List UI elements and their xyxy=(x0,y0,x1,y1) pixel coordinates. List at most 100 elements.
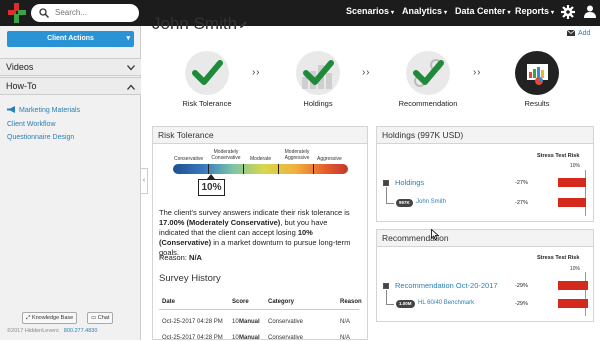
sidebar-link-marketing-materials[interactable]: Marketing Materials xyxy=(7,106,80,114)
sidebar-section-videos[interactable]: Videos xyxy=(0,58,141,76)
holding-item-link[interactable]: John Smith xyxy=(416,199,446,205)
risk-bar xyxy=(558,178,586,187)
gauge-tick xyxy=(278,164,279,174)
description-intro: The client's survey answers indicate the… xyxy=(159,208,350,217)
step-holdings-label: Holdings xyxy=(303,99,333,108)
nav-scenarios-label: Scenarios xyxy=(346,6,390,16)
nav-analytics[interactable]: Analytics ▾ xyxy=(402,6,447,16)
sidebar-section-how-to[interactable]: How-To xyxy=(0,77,141,95)
gear-icon[interactable] xyxy=(561,5,575,19)
chevron-right-icon: › › xyxy=(473,67,481,78)
client-name: John Smith xyxy=(152,14,238,33)
stress-test-risk-header: Stress Test Risk xyxy=(537,153,580,159)
description-value: 17.00% (Moderately Conservative) xyxy=(159,218,281,227)
pencil-icon[interactable] xyxy=(239,20,248,29)
risk-tolerance-description: The client's survey answers indicate the… xyxy=(159,208,359,258)
reason-label: Reason: xyxy=(159,253,187,262)
collapse-minus-icon[interactable] xyxy=(383,283,389,289)
chat-button[interactable]: ▭ Chat xyxy=(87,312,114,324)
caret-down-icon: ▾ xyxy=(507,10,511,16)
divider xyxy=(159,309,359,310)
add-button[interactable]: Add xyxy=(567,30,590,37)
row-type: Manual xyxy=(239,335,260,341)
copyright-text: ©2017 HiddenLevers xyxy=(7,328,59,334)
axis-label: 10% xyxy=(570,266,581,272)
step-recommendation[interactable] xyxy=(406,51,450,95)
search-input[interactable] xyxy=(55,8,135,17)
nav-data-center[interactable]: Data Center ▾ xyxy=(455,6,511,16)
gauge-label-conservative: Conservative xyxy=(174,156,204,162)
hiddenlevers-logo[interactable] xyxy=(8,3,26,23)
knowledge-base-label: Knowledge Base xyxy=(31,315,74,321)
add-label: Add xyxy=(578,30,591,37)
collapse-arrow-icon: ‹ xyxy=(142,177,146,184)
holdings-group-link[interactable]: Holdings xyxy=(395,178,424,187)
recommendation-group-link[interactable]: Recommendation Oct-20-2017 xyxy=(395,281,498,290)
gauge-value: 10% xyxy=(198,179,225,196)
row-reason: N/A xyxy=(340,319,351,325)
gauge-tick xyxy=(208,164,209,174)
gauge-label-aggressive: Aggressive xyxy=(317,156,342,162)
user-icon[interactable] xyxy=(584,5,596,18)
chat-icon: ▭ xyxy=(91,315,97,321)
column-score: Score xyxy=(232,299,249,305)
tree-connector xyxy=(386,304,394,305)
caret-down-icon: ▾ xyxy=(391,10,395,16)
row-category: Conservative xyxy=(268,335,304,341)
holding-value-badge: 997K xyxy=(396,199,413,207)
chevron-right-icon: › › xyxy=(252,67,260,78)
results-chart-icon xyxy=(527,64,548,85)
search-box[interactable] xyxy=(31,4,139,22)
nav-scenarios[interactable]: Scenarios ▾ xyxy=(346,6,394,16)
page-title: John Smith xyxy=(152,14,248,34)
step-holdings[interactable] xyxy=(296,51,340,95)
risk-bar xyxy=(558,299,588,308)
holding-item-risk: -27% xyxy=(515,200,528,206)
step-results[interactable] xyxy=(515,51,559,95)
client-actions-button[interactable]: Client Actions ▾ xyxy=(7,31,134,47)
checkmark-icon xyxy=(302,60,334,89)
axis-line xyxy=(585,170,586,216)
chat-label: Chat xyxy=(97,315,110,321)
nav-reports[interactable]: Reports ▾ xyxy=(515,6,554,16)
collapse-minus-icon[interactable] xyxy=(383,180,389,186)
step-results-label: Results xyxy=(524,99,550,108)
gauge-label-moderately-conservative: Moderately Conservative xyxy=(211,149,241,161)
column-reason: Reason xyxy=(340,299,362,305)
knowledge-base-button[interactable]: ⤢ Knowledge Base xyxy=(22,312,78,324)
phone-link[interactable]: 800.277.4830 xyxy=(64,328,98,334)
row-type: Manual xyxy=(239,319,260,325)
envelope-icon xyxy=(567,30,575,36)
axis-line xyxy=(585,272,586,316)
tree-connector xyxy=(386,187,387,203)
holdings-group-risk: -27% xyxy=(515,180,528,186)
column-category: Category xyxy=(268,299,295,305)
chevron-down-icon xyxy=(127,65,135,71)
reason-value: N/A xyxy=(189,253,202,262)
recommendation-item-link[interactable]: HL 60/40 Benchmark xyxy=(418,300,474,306)
sidebar: Client Actions ▾ Videos How-To Marketing… xyxy=(0,26,141,340)
sidebar-collapse-toggle[interactable]: ‹ xyxy=(141,168,148,194)
nav-reports-label: Reports xyxy=(515,6,550,16)
sidebar-link-client-workflow[interactable]: Client Workflow xyxy=(7,121,56,128)
client-actions-label: Client Actions xyxy=(47,35,94,42)
section-videos-label: Videos xyxy=(6,62,34,72)
row-date: Oct-25-2017 04:28 PM xyxy=(162,319,223,325)
recommendation-panel-title: Recommendation xyxy=(377,230,593,247)
sidebar-link-questionnaire-design[interactable]: Questionnaire Design xyxy=(7,134,74,141)
step-risk-tolerance-label: Risk Tolerance xyxy=(182,99,232,108)
marketing-materials-label: Marketing Materials xyxy=(19,107,81,114)
row-date: Oct-25-2017 04:28 PM xyxy=(162,335,223,341)
axis-label: 10% xyxy=(570,163,581,169)
megaphone-icon xyxy=(7,106,15,113)
search-icon xyxy=(39,8,49,18)
column-date: Date xyxy=(162,299,176,305)
chevron-up-icon xyxy=(127,84,135,90)
gauge-label-moderately-aggressive: Moderately Aggressive xyxy=(284,149,310,161)
step-risk-tolerance[interactable] xyxy=(185,51,229,95)
mouse-cursor-icon xyxy=(431,229,439,240)
expand-icon: ⤢ xyxy=(26,315,31,321)
chevron-right-icon: › › xyxy=(362,67,370,78)
nav-data-center-label: Data Center xyxy=(455,6,506,16)
caret-down-icon: ▾ xyxy=(444,10,448,16)
